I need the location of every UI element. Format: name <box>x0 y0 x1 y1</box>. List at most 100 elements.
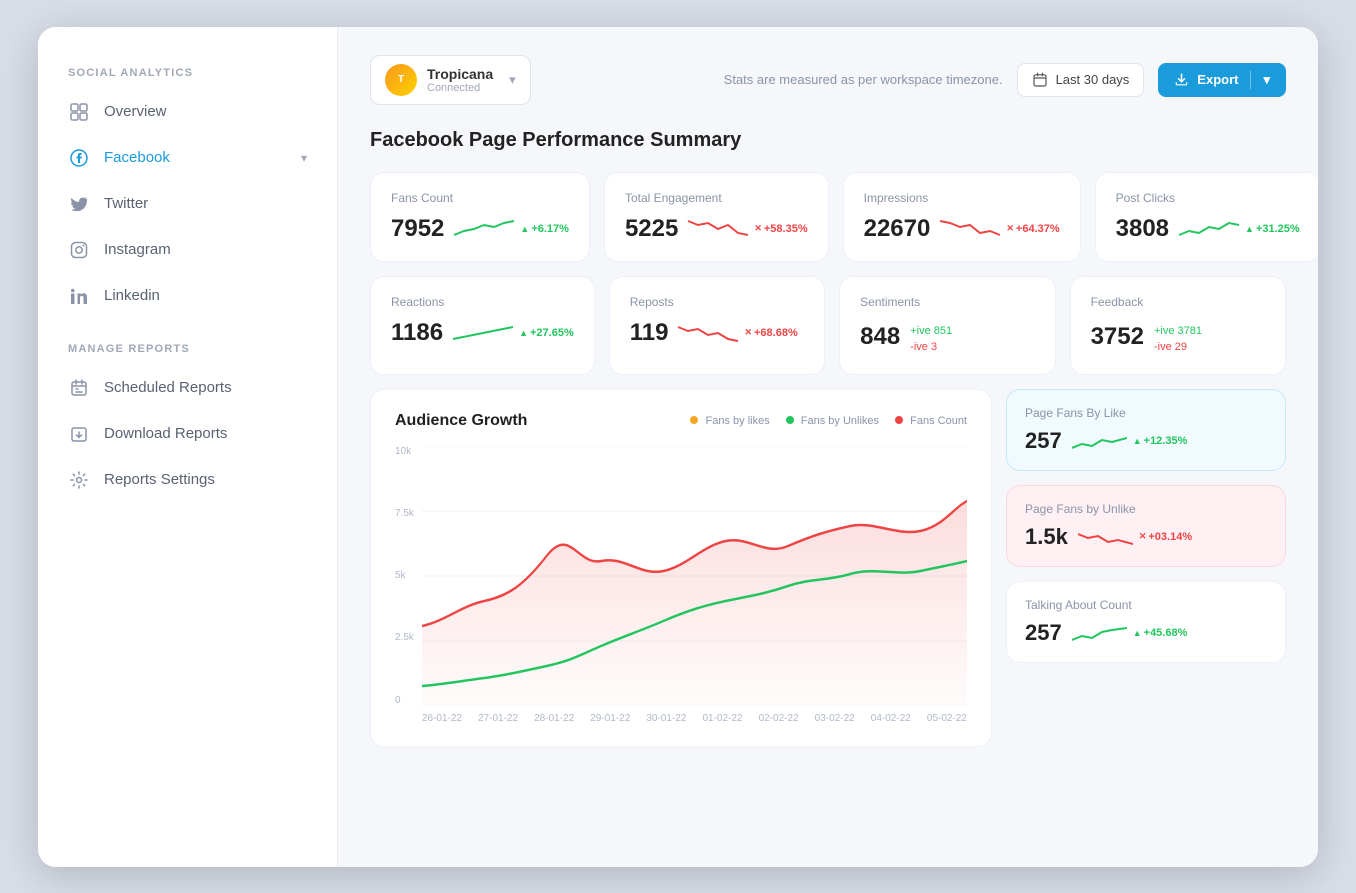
legend-dot-fans-unlikes <box>786 416 794 424</box>
fans-count-sparkline <box>454 215 514 243</box>
feedback-negative: -ive 29 <box>1154 339 1202 356</box>
talking-up-icon: ▲ <box>1133 628 1142 638</box>
side-card-talking: Talking About Count 257 ▲ +45.68% <box>1006 581 1286 663</box>
feedback-positive: +ive 3781 <box>1154 323 1202 340</box>
impressions-sparkline <box>940 215 1000 243</box>
export-label: Export <box>1197 72 1238 87</box>
fans-unlike-x-icon: ✕ <box>1139 531 1147 542</box>
feedback-extra: +ive 3781 -ive 29 <box>1154 319 1265 356</box>
engagement-main: 5225 ✕ +58.35% <box>625 215 808 243</box>
sentiments-negative: -ive 3 <box>910 339 952 356</box>
header-right: Stats are measured as per workspace time… <box>724 63 1286 97</box>
twitter-label: Twitter <box>104 195 148 212</box>
post-clicks-label: Post Clicks <box>1116 191 1300 205</box>
engagement-label: Total Engagement <box>625 191 808 205</box>
export-chevron-icon: ▾ <box>1263 72 1270 88</box>
sidebar-item-scheduled[interactable]: Scheduled Reports <box>38 365 337 411</box>
sentiments-detail: +ive 851 -ive 3 <box>910 323 952 356</box>
sentiments-value: 848 <box>860 323 900 351</box>
stat-post-clicks: Post Clicks 3808 ▲ +31.25% <box>1095 172 1318 262</box>
feedback-main: 3752 +ive 3781 -ive 29 <box>1091 319 1265 356</box>
stat-fans-count: Fans Count 7952 ▲ +6.17% <box>370 172 590 262</box>
stat-feedback: Feedback 3752 +ive 3781 -ive 29 <box>1070 276 1286 375</box>
scheduled-label: Scheduled Reports <box>104 379 232 396</box>
legend-fans-unlikes: Fans by Unlikes <box>786 415 879 427</box>
facebook-label: Facebook <box>104 149 170 166</box>
brand-name: Tropicana <box>427 66 493 82</box>
export-button[interactable]: Export ▾ <box>1158 63 1286 97</box>
impressions-value: 22670 <box>864 215 931 243</box>
post-clicks-chart: ▲ +31.25% <box>1179 215 1300 243</box>
reposts-main: 119 ✕ +68.68% <box>630 319 804 347</box>
brand-info: Tropicana Connected <box>427 66 493 94</box>
main-content: T Tropicana Connected ▾ Stats are measur… <box>338 27 1318 867</box>
reactions-up-icon: ▲ <box>519 328 528 338</box>
fans-unlike-chart: ✕ +03.14% <box>1078 526 1267 548</box>
reactions-badge: ▲ +27.65% <box>519 327 574 339</box>
chart-legend: Fans by likes Fans by Unlikes Fans Count <box>690 415 967 427</box>
bottom-section: Audience Growth Fans by likes Fans by Un… <box>370 389 1286 747</box>
sidebar-item-download[interactable]: Download Reports <box>38 411 337 457</box>
app-container: SOCIAL ANALYTICS Overview Faceb <box>38 27 1318 867</box>
brand-selector[interactable]: T Tropicana Connected ▾ <box>370 55 531 105</box>
sentiments-extra: +ive 851 -ive 3 <box>910 319 1034 356</box>
impressions-main: 22670 ✕ +64.37% <box>864 215 1060 243</box>
sidebar: SOCIAL ANALYTICS Overview Faceb <box>38 27 338 867</box>
talking-badge: ▲ +45.68% <box>1133 627 1188 639</box>
brand-chevron-icon: ▾ <box>509 72 516 88</box>
sidebar-item-twitter[interactable]: Twitter <box>38 181 337 227</box>
fans-count-chart: ▲ +6.17% <box>454 215 569 243</box>
engagement-value: 5225 <box>625 215 678 243</box>
audience-growth-card: Audience Growth Fans by likes Fans by Un… <box>370 389 992 747</box>
reposts-chart: ✕ +68.68% <box>678 319 804 347</box>
fans-unlike-badge: ✕ +03.14% <box>1139 531 1192 543</box>
fans-like-sparkline <box>1072 430 1127 452</box>
fans-up-icon: ▲ <box>520 224 529 234</box>
side-card-fans-like: Page Fans By Like 257 ▲ +12.35% <box>1006 389 1286 471</box>
reposts-sparkline <box>678 319 738 347</box>
reposts-label: Reposts <box>630 295 804 309</box>
fans-like-value: 257 <box>1025 428 1062 454</box>
impressions-label: Impressions <box>864 191 1060 205</box>
export-icon <box>1174 72 1189 87</box>
chart-y-axis: 10k 7.5k 5k 2.5k 0 <box>395 446 422 706</box>
talking-main: 257 ▲ +45.68% <box>1025 620 1267 646</box>
side-card-fans-unlike: Page Fans by Unlike 1.5k ✕ +03.14% <box>1006 485 1286 567</box>
chart-svg-area: 26-01-22 27-01-22 28-01-22 29-01-22 30-0… <box>422 446 967 724</box>
reposts-x-icon: ✕ <box>744 327 752 338</box>
fans-unlike-sparkline <box>1078 526 1133 548</box>
reactions-value: 1186 <box>391 319 443 347</box>
sidebar-item-linkedin[interactable]: Linkedin <box>38 273 337 319</box>
stats-row-1: Fans Count 7952 ▲ +6.17% T <box>370 172 1286 262</box>
reactions-chart: ▲ +27.65% <box>453 319 574 347</box>
date-range-button[interactable]: Last 30 days <box>1017 63 1145 97</box>
instagram-icon <box>68 239 90 261</box>
impressions-chart: ✕ +64.37% <box>940 215 1059 243</box>
stats-row-2: Reactions 1186 ▲ +27.65% R <box>370 276 1286 375</box>
reactions-main: 1186 ▲ +27.65% <box>391 319 574 347</box>
sidebar-item-settings[interactable]: Reports Settings <box>38 457 337 503</box>
legend-dot-fans-likes <box>690 416 698 424</box>
talking-value: 257 <box>1025 620 1062 646</box>
settings-icon <box>68 469 90 491</box>
scheduled-icon <box>68 377 90 399</box>
legend-dot-fans-count <box>895 416 903 424</box>
header: T Tropicana Connected ▾ Stats are measur… <box>370 55 1286 105</box>
reactions-label: Reactions <box>391 295 574 309</box>
post-clicks-badge: ▲ +31.25% <box>1245 223 1300 235</box>
linkedin-label: Linkedin <box>104 287 160 304</box>
calendar-icon <box>1032 72 1048 88</box>
fans-like-label: Page Fans By Like <box>1025 406 1267 420</box>
engagement-badge: ✕ +58.35% <box>754 223 807 235</box>
impressions-x-icon: ✕ <box>1006 223 1014 234</box>
talking-sparkline <box>1072 622 1127 644</box>
sidebar-item-facebook[interactable]: Facebook ▾ <box>38 135 337 181</box>
post-clicks-up-icon: ▲ <box>1245 224 1254 234</box>
date-range-label: Last 30 days <box>1056 72 1130 87</box>
download-icon <box>68 423 90 445</box>
linkedin-icon <box>68 285 90 307</box>
reposts-value: 119 <box>630 319 669 347</box>
sidebar-item-overview[interactable]: Overview <box>38 89 337 135</box>
sidebar-item-instagram[interactable]: Instagram <box>38 227 337 273</box>
engagement-x-icon: ✕ <box>754 223 762 234</box>
